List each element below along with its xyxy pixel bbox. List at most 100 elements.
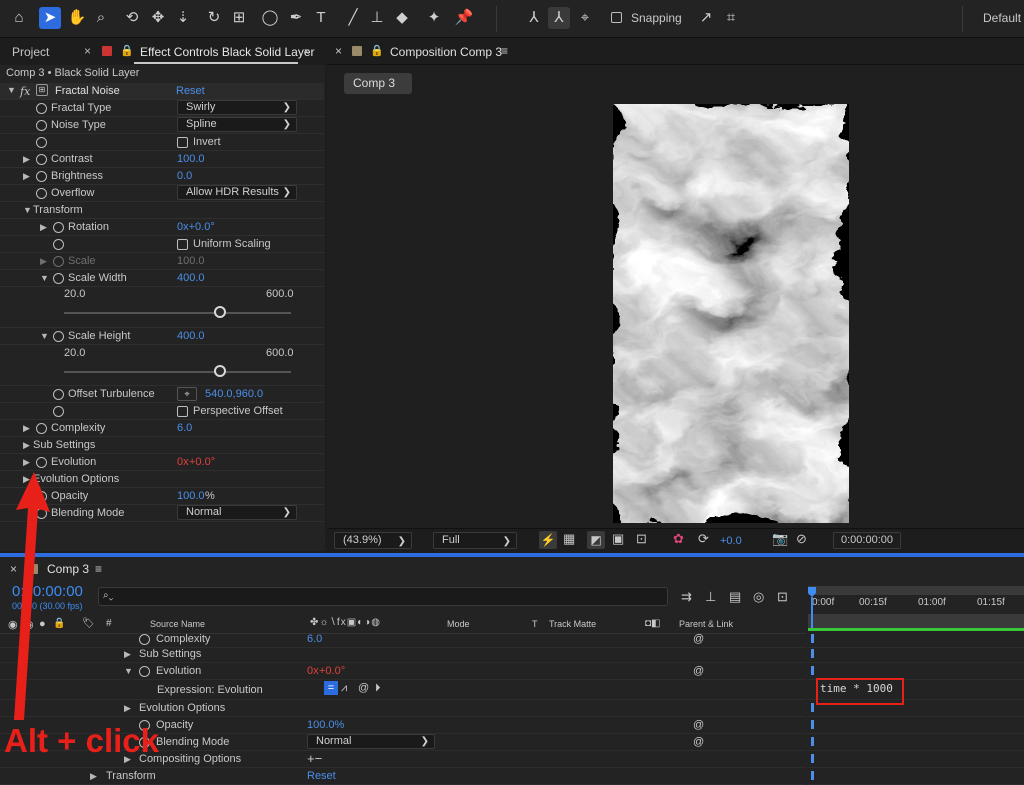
stopwatch-icon[interactable] bbox=[36, 457, 47, 471]
ellipse-tool-icon[interactable]: ◯ bbox=[259, 7, 281, 29]
contrast-value[interactable]: 100.0 bbox=[177, 153, 205, 165]
workspace-label[interactable]: Default bbox=[983, 11, 1021, 25]
stopwatch-icon[interactable] bbox=[36, 120, 47, 134]
pan-behind-tool-icon[interactable]: ✥ bbox=[147, 7, 169, 29]
tab-project[interactable]: Project bbox=[12, 45, 49, 59]
expression-pickwhip-icon[interactable]: @ bbox=[358, 682, 369, 694]
timeline-search-input[interactable]: ⌕⌄ bbox=[98, 587, 668, 606]
expand-arrow-icon[interactable]: ▶ bbox=[124, 703, 131, 714]
stopwatch-icon[interactable] bbox=[139, 666, 150, 680]
grid-guides-icon[interactable]: ⊡ bbox=[636, 531, 647, 547]
frame-blending-icon[interactable]: ▤ bbox=[729, 589, 741, 605]
rotation-tool-icon[interactable]: ↻ bbox=[203, 7, 225, 29]
stopwatch-icon[interactable] bbox=[36, 171, 47, 185]
region-of-interest-icon[interactable]: ▣ bbox=[612, 531, 624, 547]
stopwatch-icon[interactable] bbox=[36, 103, 47, 117]
stopwatch-icon[interactable] bbox=[36, 423, 47, 437]
label-tag-icon[interactable]: 🏷 bbox=[82, 618, 95, 629]
opacity-value[interactable]: 100.0 bbox=[177, 490, 205, 502]
col-parent-link[interactable]: Parent & Link bbox=[679, 619, 733, 629]
panel-overflow-icon[interactable]: » bbox=[304, 44, 311, 58]
col-mode[interactable]: Mode bbox=[447, 619, 470, 629]
collapse-arrow-icon[interactable]: ▼ bbox=[124, 666, 133, 676]
resolution-dropdown[interactable]: Full ❯ bbox=[433, 532, 517, 549]
transparency-grid-icon[interactable]: ▦ bbox=[563, 531, 575, 547]
expand-arrow-icon[interactable]: ▶ bbox=[23, 440, 30, 451]
draft-3d-icon[interactable]: ⊥ bbox=[705, 589, 716, 605]
col-track-matte[interactable]: Track Matte bbox=[549, 619, 596, 629]
effect-reset-link[interactable]: Reset bbox=[176, 85, 205, 97]
lock-icon[interactable]: 🔒 bbox=[370, 44, 384, 57]
scale-width-slider[interactable] bbox=[64, 312, 291, 314]
uniform-scaling-checkbox[interactable] bbox=[177, 239, 188, 252]
snap-edges-icon[interactable]: ↗ bbox=[695, 7, 717, 29]
anchor-point-tool-icon[interactable]: ⊞ bbox=[228, 7, 250, 29]
color-channels-icon[interactable]: ✿ bbox=[673, 531, 684, 547]
stopwatch-icon[interactable] bbox=[36, 137, 47, 151]
col-source-name[interactable]: Source Name bbox=[150, 619, 205, 629]
transform-reset-link[interactable]: Reset bbox=[307, 770, 336, 782]
type-tool-icon[interactable]: T bbox=[310, 7, 332, 29]
layer-switches-icons[interactable]: ✤☼∖fx▣◐◑◍ bbox=[310, 617, 381, 628]
scale-height-value[interactable]: 400.0 bbox=[177, 330, 205, 342]
layer-duration-bar[interactable] bbox=[808, 614, 1024, 628]
clone-stamp-tool-icon[interactable]: ⊥ bbox=[366, 7, 388, 29]
eraser-tool-icon[interactable]: ◆ bbox=[391, 7, 413, 29]
blending-mode-dropdown[interactable]: Normal ❯ bbox=[177, 505, 297, 520]
crosshair-icon[interactable]: ⌖ bbox=[177, 387, 197, 401]
scale-height-slider-knob[interactable] bbox=[214, 365, 226, 377]
zoom-tool-icon[interactable]: ⌕ bbox=[90, 7, 112, 29]
pickwhip-icon[interactable]: @ bbox=[693, 736, 704, 748]
snapping-checkbox[interactable] bbox=[611, 12, 622, 25]
expand-arrow-icon[interactable]: ▶ bbox=[23, 423, 30, 434]
home-icon[interactable]: ⌂ bbox=[8, 7, 30, 29]
collapse-arrow-icon[interactable]: ▼ bbox=[40, 331, 49, 341]
expand-arrow-icon[interactable]: ▶ bbox=[40, 222, 47, 233]
stopwatch-icon[interactable] bbox=[53, 389, 64, 403]
close-tab-icon[interactable]: × bbox=[335, 44, 342, 58]
scale-height-slider[interactable] bbox=[64, 371, 291, 373]
evolution-revolutions-value[interactable]: 0x bbox=[177, 456, 189, 468]
selection-tool-icon[interactable]: ➤ bbox=[39, 7, 61, 29]
expand-arrow-icon[interactable]: ▶ bbox=[23, 154, 30, 165]
rotate-tool-icon[interactable]: ⟲ bbox=[121, 7, 143, 29]
perspective-offset-checkbox[interactable] bbox=[177, 406, 188, 419]
pen-tool-icon[interactable]: ✒ bbox=[285, 7, 307, 29]
expression-enable-icon[interactable]: = bbox=[324, 681, 338, 695]
tl-row-transform[interactable]: ▶ Transform Reset bbox=[0, 768, 806, 785]
expand-arrow-icon[interactable]: ▶ bbox=[40, 256, 47, 267]
expression-graph-icon[interactable]: ⩘ bbox=[341, 682, 347, 695]
comp-current-time[interactable]: 0:00:00:00 bbox=[833, 532, 901, 549]
tl-blending-mode-dropdown[interactable]: Normal ❯ bbox=[307, 734, 435, 749]
tab-effect-controls[interactable]: Effect Controls Black Solid Layer bbox=[140, 45, 315, 59]
comp-flowchart-icon[interactable]: ⇉ bbox=[681, 589, 692, 605]
snapshot-camera-icon[interactable]: 📷 bbox=[772, 531, 788, 547]
pickwhip-icon[interactable]: @ bbox=[693, 719, 704, 731]
puppet-pin-tool-icon[interactable]: 📌 bbox=[453, 7, 475, 29]
fast-previews-icon[interactable]: ⚡ bbox=[539, 531, 557, 549]
stopwatch-icon[interactable] bbox=[53, 239, 64, 253]
stopwatch-icon[interactable] bbox=[53, 222, 64, 236]
snap-grid-icon[interactable]: ⌗ bbox=[720, 7, 742, 29]
scale-width-value[interactable]: 400.0 bbox=[177, 272, 205, 284]
add-remove-mask-buttons[interactable]: +− bbox=[307, 751, 322, 766]
fx-icon[interactable]: fx bbox=[20, 85, 30, 98]
invert-checkbox[interactable] bbox=[177, 137, 188, 150]
lock-icon[interactable]: 🔒 bbox=[120, 44, 134, 57]
stopwatch-icon[interactable] bbox=[53, 331, 64, 345]
tl-row-sub-settings[interactable]: ▶ Sub Settings bbox=[0, 646, 806, 663]
collapse-arrow-icon[interactable]: ▼ bbox=[23, 205, 32, 215]
stopwatch-icon[interactable] bbox=[53, 406, 64, 420]
expand-arrow-icon[interactable]: ▶ bbox=[90, 771, 97, 782]
rotation-value[interactable]: 0x+0.0° bbox=[177, 221, 215, 233]
reset-exposure-icon[interactable]: ⟳ bbox=[698, 531, 709, 547]
pickwhip-icon[interactable]: @ bbox=[693, 633, 704, 645]
roto-brush-tool-icon[interactable]: ✦ bbox=[423, 7, 445, 29]
brightness-value[interactable]: 0.0 bbox=[177, 170, 192, 182]
world-axis-icon[interactable]: ⅄ bbox=[548, 7, 570, 29]
brush-tool-icon[interactable]: ╱ bbox=[342, 7, 364, 29]
exposure-value[interactable]: +0.0 bbox=[720, 535, 742, 547]
overflow-dropdown[interactable]: Allow HDR Results ❯ bbox=[177, 185, 297, 200]
offset-turbulence-value[interactable]: 540.0,960.0 bbox=[205, 388, 263, 400]
tl-row-evolution-options[interactable]: ▶ Evolution Options bbox=[0, 700, 806, 717]
